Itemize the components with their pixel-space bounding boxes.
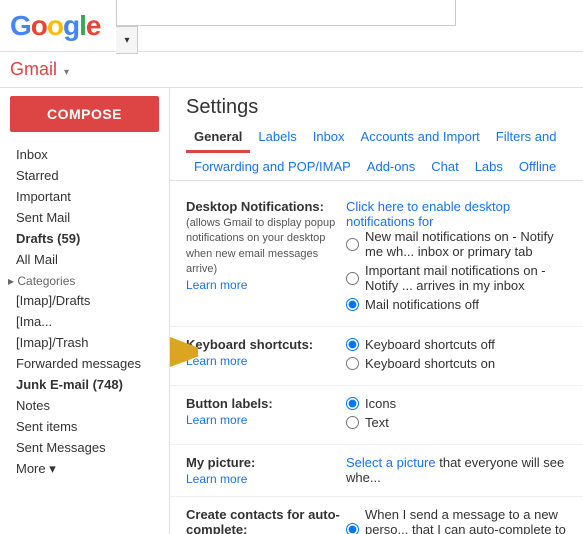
gmail-label[interactable]: Gmail ▾ (10, 59, 69, 80)
radio-icons-input[interactable] (346, 397, 359, 410)
radio-mail-off-label: Mail notifications off (365, 297, 479, 312)
radio-important-mail: Important mail notifications on - Notify… (346, 263, 567, 293)
logo-g: G (10, 10, 31, 42)
sidebar-item-sent-items[interactable]: Sent items (0, 416, 169, 437)
settings-row-button-labels: Button labels: Learn more Icons Text (170, 386, 583, 445)
google-logo: G o o g l e (10, 10, 100, 42)
header: G o o g l e ▾ (0, 0, 583, 52)
tab-addons[interactable]: Add-ons (359, 153, 423, 180)
keyboard-controls: Keyboard shortcuts off Keyboard shortcut… (346, 337, 567, 375)
settings-body: Desktop Notifications: (allows Gmail to … (170, 181, 583, 534)
radio-shortcuts-on-label: Keyboard shortcuts on (365, 356, 495, 371)
search-input[interactable] (116, 0, 456, 26)
picture-controls: Select a picture that everyone will see … (346, 455, 567, 485)
select-picture-link[interactable]: Select a picture (346, 455, 436, 470)
button-labels-learn-more[interactable]: Learn more (186, 413, 346, 427)
logo-o1: o (31, 10, 47, 42)
tab-inbox[interactable]: Inbox (305, 123, 353, 153)
desktop-notif-desc: (allows Gmail to display popup notificat… (186, 216, 346, 278)
sidebar-item-starred[interactable]: Starred (0, 165, 169, 186)
radio-icons-label: Icons (365, 396, 396, 411)
sub-header: Gmail ▾ (0, 52, 583, 88)
radio-new-mail: New mail notifications on - Notify me wh… (346, 229, 567, 259)
radio-text: Text (346, 415, 567, 430)
logo-o2: o (47, 10, 63, 42)
logo-l: l (79, 10, 86, 42)
radio-text-label: Text (365, 415, 389, 430)
settings-label-button: Button labels: Learn more (186, 396, 346, 427)
desktop-notif-enable-link[interactable]: Click here to enable desktop notificatio… (346, 199, 567, 229)
radio-important-mail-label: Important mail notifications on - Notify… (365, 263, 567, 293)
radio-new-mail-input[interactable] (346, 238, 359, 251)
arrow-annotation (170, 335, 198, 369)
logo-g2: g (63, 10, 79, 42)
settings-row-contacts: Create contacts for auto-complete: When … (170, 497, 583, 534)
radio-icons: Icons (346, 396, 567, 411)
sidebar-item-sent[interactable]: Sent Mail (0, 207, 169, 228)
radio-auto-contacts-input[interactable] (346, 523, 359, 534)
desktop-notif-controls: Click here to enable desktop notificatio… (346, 199, 567, 316)
logo-e: e (86, 10, 101, 42)
radio-auto-contacts-label: When I send a message to a new perso... … (365, 507, 567, 534)
sidebar-item-important[interactable]: Important (0, 186, 169, 207)
radio-new-mail-label: New mail notifications on - Notify me wh… (365, 229, 567, 259)
search-bar: ▾ (116, 0, 456, 54)
sidebar-item-imap-drafts[interactable]: [Imap]/Drafts (0, 290, 169, 311)
picture-title: My picture: (186, 455, 346, 470)
radio-shortcuts-off: Keyboard shortcuts off (346, 337, 567, 352)
desktop-notif-title: Desktop Notifications: (186, 199, 346, 214)
tab-forwarding[interactable]: Forwarding and POP/IMAP (186, 153, 359, 180)
search-dropdown-button[interactable]: ▾ (116, 26, 138, 54)
radio-shortcuts-on-input[interactable] (346, 357, 359, 370)
radio-text-input[interactable] (346, 416, 359, 429)
sidebar: COMPOSE Inbox Starred Important Sent Mai… (0, 88, 170, 534)
radio-shortcuts-off-input[interactable] (346, 338, 359, 351)
settings-row-picture: My picture: Learn more Select a picture … (170, 445, 583, 497)
tab-labels[interactable]: Labels (250, 123, 304, 153)
radio-mail-off: Mail notifications off (346, 297, 567, 312)
radio-shortcuts-off-label: Keyboard shortcuts off (365, 337, 495, 352)
settings-label-contacts: Create contacts for auto-complete: (186, 507, 346, 534)
settings-row-keyboard: Keyboard shortcuts: Learn more Keyboard … (170, 327, 583, 386)
tab-filters[interactable]: Filters and (488, 123, 565, 153)
contacts-title: Create contacts for auto-complete: (186, 507, 346, 534)
sidebar-item-drafts[interactable]: Drafts (59) (0, 228, 169, 249)
radio-important-mail-input[interactable] (346, 272, 359, 285)
gmail-dropdown-arrow: ▾ (64, 67, 69, 78)
button-labels-title: Button labels: (186, 396, 346, 411)
tab-general[interactable]: General (186, 123, 250, 153)
keyboard-learn-more[interactable]: Learn more (186, 354, 346, 368)
button-labels-controls: Icons Text (346, 396, 567, 434)
desktop-notif-learn-more[interactable]: Learn more (186, 278, 346, 292)
radio-mail-off-input[interactable] (346, 298, 359, 311)
radio-auto-contacts: When I send a message to a new perso... … (346, 507, 567, 534)
sidebar-item-imap-trash[interactable]: [Imap]/Trash (0, 332, 169, 353)
sidebar-item-notes[interactable]: Notes (0, 395, 169, 416)
sidebar-item-more[interactable]: More ▾ (0, 458, 169, 480)
radio-shortcuts-on: Keyboard shortcuts on (346, 356, 567, 371)
sidebar-item-junk[interactable]: Junk E-mail (748) (0, 374, 169, 395)
picture-learn-more[interactable]: Learn more (186, 472, 346, 486)
main-layout: COMPOSE Inbox Starred Important Sent Mai… (0, 88, 583, 534)
tab-offline[interactable]: Offline (511, 153, 564, 180)
settings-title: Settings (170, 88, 583, 123)
contacts-controls: When I send a message to a new perso... … (346, 507, 567, 534)
settings-row-desktop-notif: Desktop Notifications: (allows Gmail to … (170, 189, 583, 327)
tab-chat[interactable]: Chat (423, 153, 466, 180)
settings-tabs: General Labels Inbox Accounts and Import… (170, 123, 583, 181)
sidebar-item-imap-2[interactable]: [Ima... (0, 311, 169, 332)
settings-label-keyboard: Keyboard shortcuts: Learn more (186, 337, 346, 368)
tab-labs[interactable]: Labs (467, 153, 511, 180)
compose-button[interactable]: COMPOSE (10, 96, 159, 132)
sidebar-item-inbox[interactable]: Inbox (0, 144, 169, 165)
settings-label-picture: My picture: Learn more (186, 455, 346, 486)
sidebar-categories[interactable]: ▸ Categories (0, 270, 169, 290)
sidebar-item-all-mail[interactable]: All Mail (0, 249, 169, 270)
settings-label-desktop-notif: Desktop Notifications: (allows Gmail to … (186, 199, 346, 292)
sidebar-item-forwarded[interactable]: Forwarded messages (0, 353, 169, 374)
tab-accounts[interactable]: Accounts and Import (353, 123, 488, 153)
keyboard-title: Keyboard shortcuts: (186, 337, 346, 352)
content-area: Settings General Labels Inbox Accounts a… (170, 88, 583, 534)
sidebar-item-sent-messages[interactable]: Sent Messages (0, 437, 169, 458)
